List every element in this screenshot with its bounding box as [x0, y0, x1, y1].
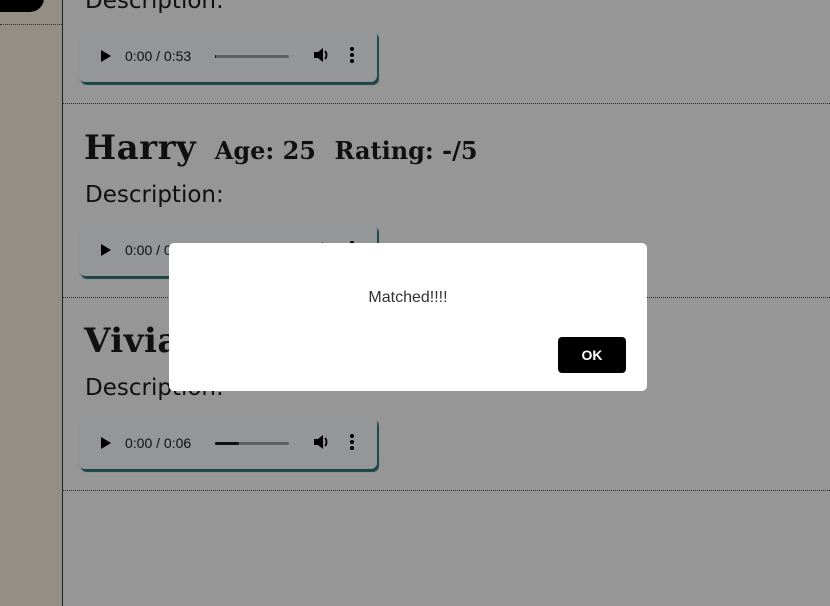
- ok-button[interactable]: OK: [558, 337, 626, 373]
- alert-dialog: Matched!!!! OK: [169, 243, 647, 391]
- alert-message: Matched!!!!: [368, 289, 448, 306]
